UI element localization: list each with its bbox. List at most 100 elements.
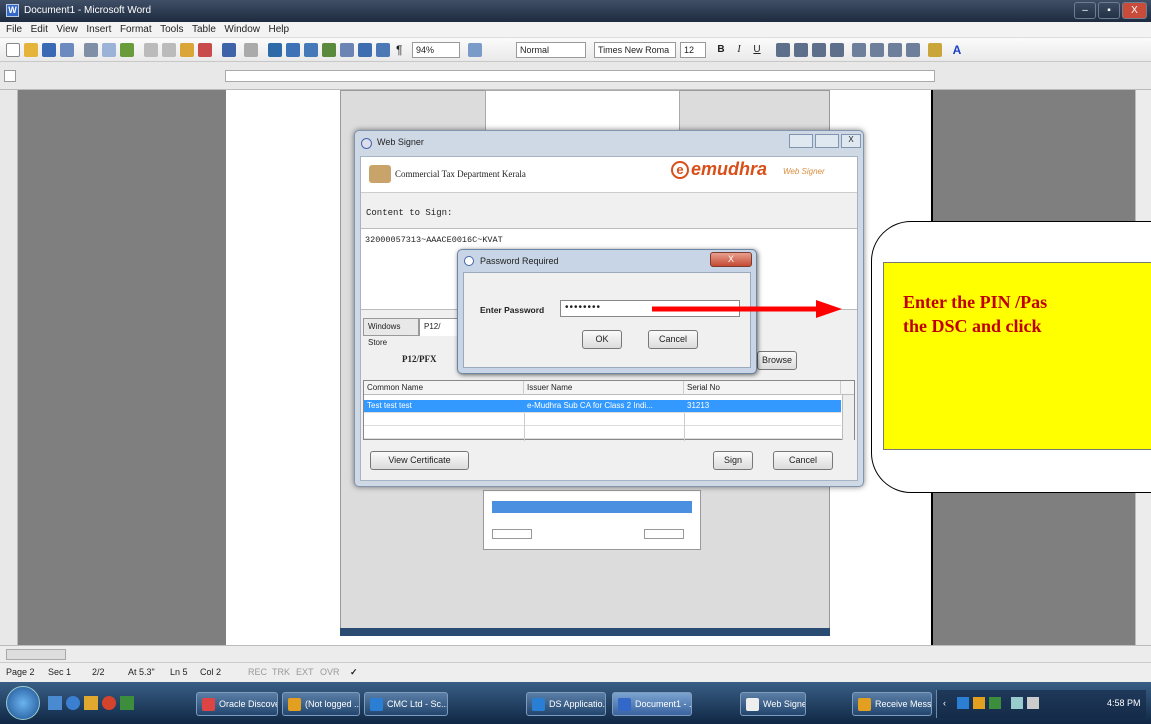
clock[interactable]: 4:58 PM <box>1107 698 1141 708</box>
signer-maximize-button[interactable] <box>815 134 839 148</box>
cut-icon[interactable] <box>144 43 158 57</box>
signer-cancel-button[interactable]: Cancel <box>773 451 833 470</box>
align-right-icon[interactable] <box>812 43 826 57</box>
drawing-icon[interactable] <box>358 43 372 57</box>
password-cancel-button[interactable]: Cancel <box>648 330 698 349</box>
status-ext[interactable]: EXT <box>296 667 314 677</box>
font-color-icon[interactable]: A <box>950 43 964 57</box>
zoom-select[interactable]: 94% <box>412 42 460 58</box>
taskbar-item-web-signer[interactable]: Web Signer <box>740 692 806 716</box>
column-issuer-name[interactable]: Issuer Name <box>524 381 684 395</box>
font-size-select[interactable]: 12 <box>680 42 706 58</box>
ie-quicklaunch-icon[interactable] <box>66 696 80 710</box>
sign-button[interactable]: Sign <box>713 451 753 470</box>
insert-table-icon[interactable] <box>304 43 318 57</box>
media-quicklaunch-icon[interactable] <box>102 696 116 710</box>
bold-button[interactable]: B <box>714 43 728 57</box>
taskbar-item-document1[interactable]: Document1 - ... <box>612 692 692 716</box>
decrease-indent-icon[interactable] <box>888 43 902 57</box>
close-button[interactable]: X <box>1122 2 1147 19</box>
view-certificate-button[interactable]: View Certificate <box>370 451 469 470</box>
open-icon[interactable] <box>24 43 38 57</box>
table-scrollbar[interactable] <box>842 395 854 440</box>
password-close-button[interactable]: X <box>710 252 752 267</box>
app-quicklaunch-icon[interactable] <box>120 696 134 710</box>
permission-icon[interactable] <box>60 43 74 57</box>
taskbar-item-not-logged[interactable]: (Not logged ... <box>282 692 360 716</box>
table-row[interactable]: Test test test e-Mudhra Sub CA for Class… <box>364 400 841 413</box>
underline-button[interactable]: U <box>750 43 764 57</box>
tab-windows-store[interactable]: Windows Store <box>363 318 419 347</box>
menu-window[interactable]: Window <box>224 24 260 35</box>
menu-table[interactable]: Table <box>192 24 216 35</box>
taskbar-item-ds-application[interactable]: DS Applicatio... <box>526 692 606 716</box>
signer-close-button[interactable]: X <box>841 134 861 148</box>
tab-p12[interactable]: P12/ <box>419 318 459 336</box>
read-icon[interactable] <box>468 43 482 57</box>
italic-button[interactable]: I <box>732 43 746 57</box>
show-desktop-icon[interactable] <box>48 696 62 710</box>
folder-quicklaunch-icon[interactable] <box>84 696 98 710</box>
align-left-icon[interactable] <box>776 43 790 57</box>
menu-edit[interactable]: Edit <box>31 24 48 35</box>
new-icon[interactable] <box>6 43 20 57</box>
tables-borders-icon[interactable] <box>286 43 300 57</box>
increase-indent-icon[interactable] <box>906 43 920 57</box>
window-title-bar[interactable]: W Document1 - Microsoft Word – ▪ X <box>0 0 1151 22</box>
show-hide-icon[interactable]: ¶ <box>396 43 408 57</box>
bullets-icon[interactable] <box>870 43 884 57</box>
start-button[interactable] <box>6 686 40 720</box>
tray-expand-icon[interactable]: ‹ <box>943 698 946 708</box>
minimize-button[interactable]: – <box>1074 2 1096 19</box>
horizontal-ruler[interactable] <box>225 70 935 82</box>
menu-insert[interactable]: Insert <box>86 24 111 35</box>
justify-icon[interactable] <box>830 43 844 57</box>
undo-icon[interactable] <box>222 43 236 57</box>
format-painter-icon[interactable] <box>198 43 212 57</box>
document-map-icon[interactable] <box>376 43 390 57</box>
maximize-button[interactable]: ▪ <box>1098 2 1120 19</box>
menu-format[interactable]: Format <box>120 24 152 35</box>
paste-icon[interactable] <box>180 43 194 57</box>
print-preview-icon[interactable] <box>102 43 116 57</box>
menu-tools[interactable]: Tools <box>160 24 183 35</box>
column-serial-no[interactable]: Serial No <box>684 381 841 395</box>
menu-help[interactable]: Help <box>269 24 290 35</box>
copy-icon[interactable] <box>162 43 176 57</box>
print-icon[interactable] <box>84 43 98 57</box>
numbering-icon[interactable] <box>852 43 866 57</box>
taskbar-item-oracle[interactable]: Oracle Discover... <box>196 692 278 716</box>
vertical-ruler[interactable] <box>0 90 18 645</box>
signer-minimize-button[interactable] <box>789 134 813 148</box>
tab-selector-icon[interactable] <box>4 70 16 82</box>
horizontal-scrollbar[interactable] <box>0 645 1151 662</box>
redo-icon[interactable] <box>244 43 258 57</box>
table-row[interactable] <box>364 413 841 426</box>
align-center-icon[interactable] <box>794 43 808 57</box>
network-icon[interactable] <box>1011 697 1023 709</box>
status-ovr[interactable]: OVR <box>320 667 340 677</box>
column-common-name[interactable]: Common Name <box>364 381 524 395</box>
save-icon[interactable] <box>42 43 56 57</box>
style-select[interactable]: Normal <box>516 42 586 58</box>
tray-app-icon[interactable] <box>989 697 1001 709</box>
font-select[interactable]: Times New Roma <box>594 42 676 58</box>
status-trk[interactable]: TRK <box>272 667 290 677</box>
columns-icon[interactable] <box>340 43 354 57</box>
taskbar-item-cmc[interactable]: CMC Ltd - Sc... <box>364 692 448 716</box>
status-rec[interactable]: REC <box>248 667 267 677</box>
spelling-icon[interactable] <box>120 43 134 57</box>
menu-view[interactable]: View <box>56 24 78 35</box>
browse-button[interactable]: Browse <box>757 351 797 370</box>
volume-icon[interactable] <box>1027 697 1039 709</box>
view-buttons[interactable] <box>6 649 66 660</box>
table-row[interactable] <box>364 426 841 439</box>
tray-app-icon[interactable] <box>957 697 969 709</box>
highlight-icon[interactable] <box>928 43 942 57</box>
taskbar-item-receive-message[interactable]: Receive Mess... <box>852 692 932 716</box>
hyperlink-icon[interactable] <box>268 43 282 57</box>
ok-button[interactable]: OK <box>582 330 622 349</box>
insert-excel-icon[interactable] <box>322 43 336 57</box>
menu-file[interactable]: File <box>6 24 22 35</box>
tray-app-icon[interactable] <box>973 697 985 709</box>
